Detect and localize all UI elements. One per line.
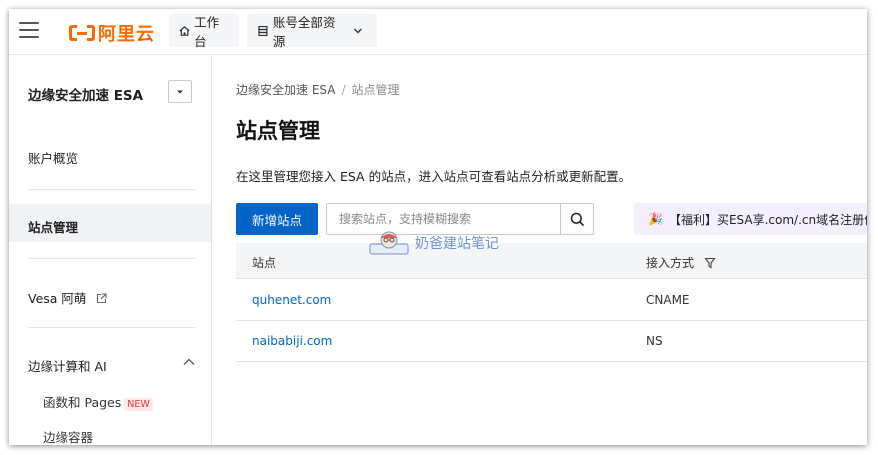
product-switch-dropdown[interactable] bbox=[168, 80, 192, 103]
caret-down-icon bbox=[177, 90, 183, 93]
new-badge: NEW bbox=[124, 398, 153, 411]
sidebar-subitem-functions-pages[interactable]: 函数和 Pages NEW bbox=[43, 392, 153, 411]
workbench-button[interactable]: 工作台 bbox=[169, 14, 239, 49]
chevron-up-icon bbox=[183, 358, 195, 365]
party-popper-icon: 🎉 bbox=[648, 212, 663, 226]
access-method: CNAME bbox=[646, 293, 690, 307]
sidebar-group-edge-ai-label: 边缘计算和 AI bbox=[28, 359, 107, 374]
aliyun-logo[interactable]: 阿里云 bbox=[69, 20, 155, 46]
sidebar: 边缘安全加速 ESA 账户概览 站点管理 Vesa 阿萌 边缘计算和 AI 函数… bbox=[9, 56, 212, 445]
main-content: 边缘安全加速 ESA / 站点管理 站点管理 在这里管理您接入 ESA 的站点，进入… bbox=[213, 56, 867, 445]
search-button[interactable] bbox=[560, 204, 593, 234]
page-title: 站点管理 bbox=[236, 119, 320, 143]
breadcrumb-root[interactable]: 边缘安全加速 ESA bbox=[236, 83, 335, 97]
breadcrumb-separator: / bbox=[341, 83, 346, 97]
menu-icon[interactable] bbox=[19, 22, 39, 40]
column-header-access-label: 接入方式 bbox=[646, 256, 695, 270]
table-row: naibabiji.com NS bbox=[236, 321, 867, 362]
promo-text: 【福利】买ESA享.com/.cn域名注册优 bbox=[668, 212, 867, 227]
sidebar-divider bbox=[28, 327, 195, 328]
brand-name: 阿里云 bbox=[98, 24, 155, 45]
add-site-button[interactable]: 新增站点 bbox=[236, 203, 318, 235]
search-input[interactable] bbox=[327, 204, 561, 234]
product-name: 边缘安全加速 ESA bbox=[28, 88, 144, 104]
table-header: 站点 接入方式 bbox=[236, 243, 867, 279]
search-box bbox=[326, 203, 594, 235]
page-description: 在这里管理您接入 ESA 的站点，进入站点可查看站点分析或更新配置。 bbox=[236, 169, 632, 184]
sidebar-item-sites-label[interactable]: 站点管理 bbox=[28, 217, 78, 236]
sidebar-subitem-edge-container[interactable]: 边缘容器 bbox=[43, 427, 93, 445]
breadcrumb-current: 站点管理 bbox=[351, 83, 400, 97]
sidebar-subitem-functions-label: 函数和 Pages bbox=[43, 395, 122, 410]
access-method: NS bbox=[646, 334, 663, 348]
database-icon bbox=[258, 25, 268, 36]
workbench-label: 工作台 bbox=[194, 14, 220, 49]
sidebar-item-vesa[interactable]: Vesa 阿萌 bbox=[28, 288, 107, 307]
site-link[interactable]: quhenet.com bbox=[252, 293, 331, 307]
console-window: 阿里云 工作台 账号全部资源 边缘安全加速 ESA 账户概览 站点管理 Vesa… bbox=[9, 9, 867, 445]
filter-icon[interactable] bbox=[704, 257, 716, 269]
aliyun-logo-icon bbox=[69, 23, 95, 43]
site-link[interactable]: naibabiji.com bbox=[252, 334, 332, 348]
resources-dropdown[interactable]: 账号全部资源 bbox=[247, 14, 377, 49]
external-link-icon bbox=[97, 293, 107, 304]
breadcrumb: 边缘安全加速 ESA / 站点管理 bbox=[236, 81, 400, 98]
promo-banner[interactable]: 🎉 【福利】买ESA享.com/.cn域名注册优 bbox=[634, 203, 867, 235]
sidebar-group-edge-ai[interactable]: 边缘计算和 AI bbox=[28, 356, 195, 375]
search-icon bbox=[570, 212, 584, 226]
sidebar-item-vesa-label: Vesa 阿萌 bbox=[28, 291, 87, 306]
home-icon bbox=[179, 25, 190, 36]
sidebar-divider bbox=[28, 258, 195, 259]
chevron-down-icon bbox=[354, 28, 363, 33]
column-header-access: 接入方式 bbox=[646, 254, 716, 271]
top-navigation-bar: 阿里云 工作台 账号全部资源 bbox=[9, 9, 867, 55]
sidebar-item-overview[interactable]: 账户概览 bbox=[28, 148, 78, 167]
sidebar-divider bbox=[28, 189, 195, 190]
column-header-site: 站点 bbox=[252, 256, 277, 270]
resources-label: 账号全部资源 bbox=[272, 14, 336, 49]
table-row: quhenet.com CNAME bbox=[236, 280, 867, 321]
